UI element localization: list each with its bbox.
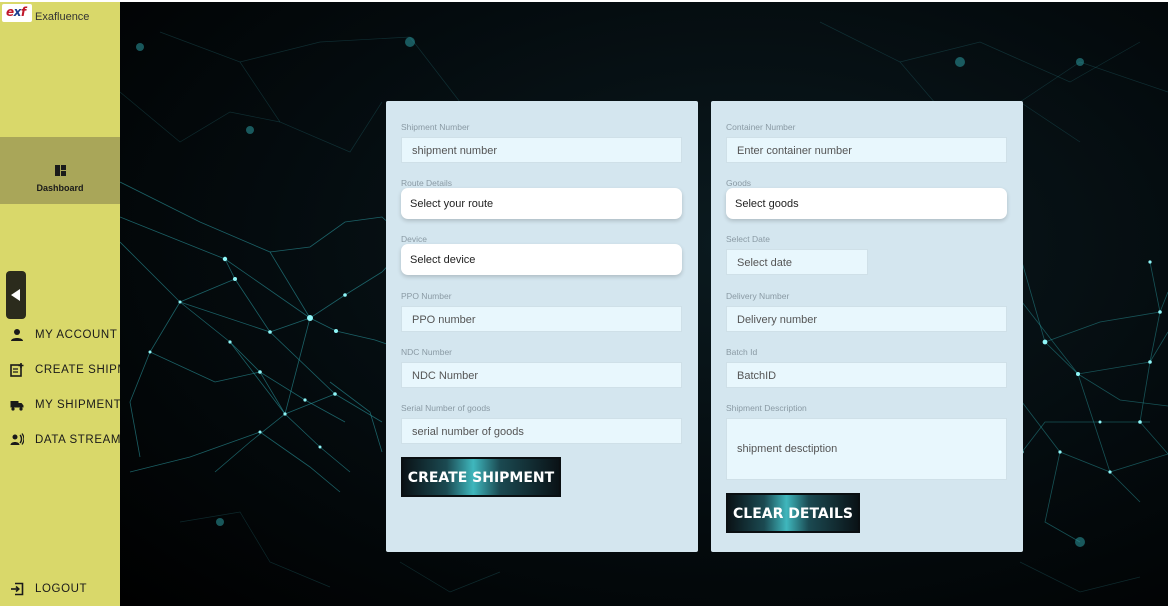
select-date-label: Select Date [726, 234, 770, 244]
container-number-input[interactable]: Enter container number [726, 137, 1007, 163]
arrow-left-icon [11, 289, 20, 301]
sidebar-item-label: DATA STREAMING [35, 434, 120, 446]
sidebar-item-label: CREATE SHIPMENT [35, 364, 120, 376]
ndc-number-label: NDC Number [401, 347, 453, 357]
logout-label: LOGOUT [35, 583, 88, 595]
ndc-number-input[interactable]: NDC Number [401, 362, 682, 388]
sidebar-item-create-shipment[interactable]: CREATE SHIPMENT [10, 362, 120, 378]
route-details-label: Route Details [401, 178, 453, 188]
shipment-description-textarea[interactable]: shipment desctiption [726, 418, 1007, 480]
app-frame: exf Exafluence Dashboard MY ACCOUNT CREA… [0, 2, 1168, 606]
device-label: Device [401, 234, 427, 244]
dashboard-icon [55, 165, 66, 176]
truck-icon [10, 401, 24, 411]
delivery-number-label: Delivery Number [726, 291, 790, 301]
sidebar-item-my-shipment[interactable]: MY SHIPMENT [10, 397, 120, 413]
ppo-number-input[interactable]: PPO number [401, 306, 682, 332]
shipment-form-left: Shipment Number shipment number Route De… [386, 101, 698, 552]
sidebar-item-my-account[interactable]: MY ACCOUNT [10, 327, 120, 343]
ppo-number-label: PPO Number [401, 291, 452, 301]
goods-label: Goods [726, 178, 752, 188]
sidebar-item-label: Dashboard [36, 183, 84, 193]
collapse-sidebar-button[interactable] [6, 271, 26, 319]
logout-button[interactable]: LOGOUT [10, 581, 120, 597]
goods-select[interactable]: Select goods [726, 188, 1007, 219]
sidebar-item-label: MY SHIPMENT [35, 399, 120, 411]
sidebar-item-label: MY ACCOUNT [35, 329, 118, 341]
logout-icon [11, 582, 24, 596]
shipment-form-right: Container Number Enter container number … [711, 101, 1023, 552]
batch-id-input[interactable]: BatchID [726, 362, 1007, 388]
container-number-label: Container Number [726, 122, 796, 132]
shipment-description-label: Shipment Description [726, 403, 807, 413]
sidebar: exf Exafluence Dashboard MY ACCOUNT CREA… [0, 2, 120, 606]
shipment-number-input[interactable]: shipment number [401, 137, 682, 163]
brand-name: Exafluence [35, 11, 90, 23]
device-select[interactable]: Select device [401, 244, 682, 275]
create-shipment-button[interactable]: CREATE SHIPMENT [401, 457, 561, 497]
route-select[interactable]: Select your route [401, 188, 682, 219]
person-icon [11, 329, 23, 341]
delivery-number-input[interactable]: Delivery number [726, 306, 1007, 332]
serial-number-label: Serial Number of goods [401, 403, 491, 413]
batch-id-label: Batch Id [726, 347, 758, 357]
serial-number-input[interactable]: serial number of goods [401, 418, 682, 444]
exafluence-logo: exf [2, 4, 32, 22]
clear-details-button[interactable]: CLEAR DETAILS [726, 493, 860, 533]
sidebar-item-dashboard[interactable]: Dashboard [0, 137, 120, 204]
sidebar-item-data-streaming[interactable]: DATA STREAMING [10, 432, 120, 448]
date-input[interactable]: Select date [726, 249, 868, 275]
streaming-icon [10, 433, 24, 445]
note-add-icon [10, 363, 24, 377]
shipment-number-label: Shipment Number [401, 122, 470, 132]
